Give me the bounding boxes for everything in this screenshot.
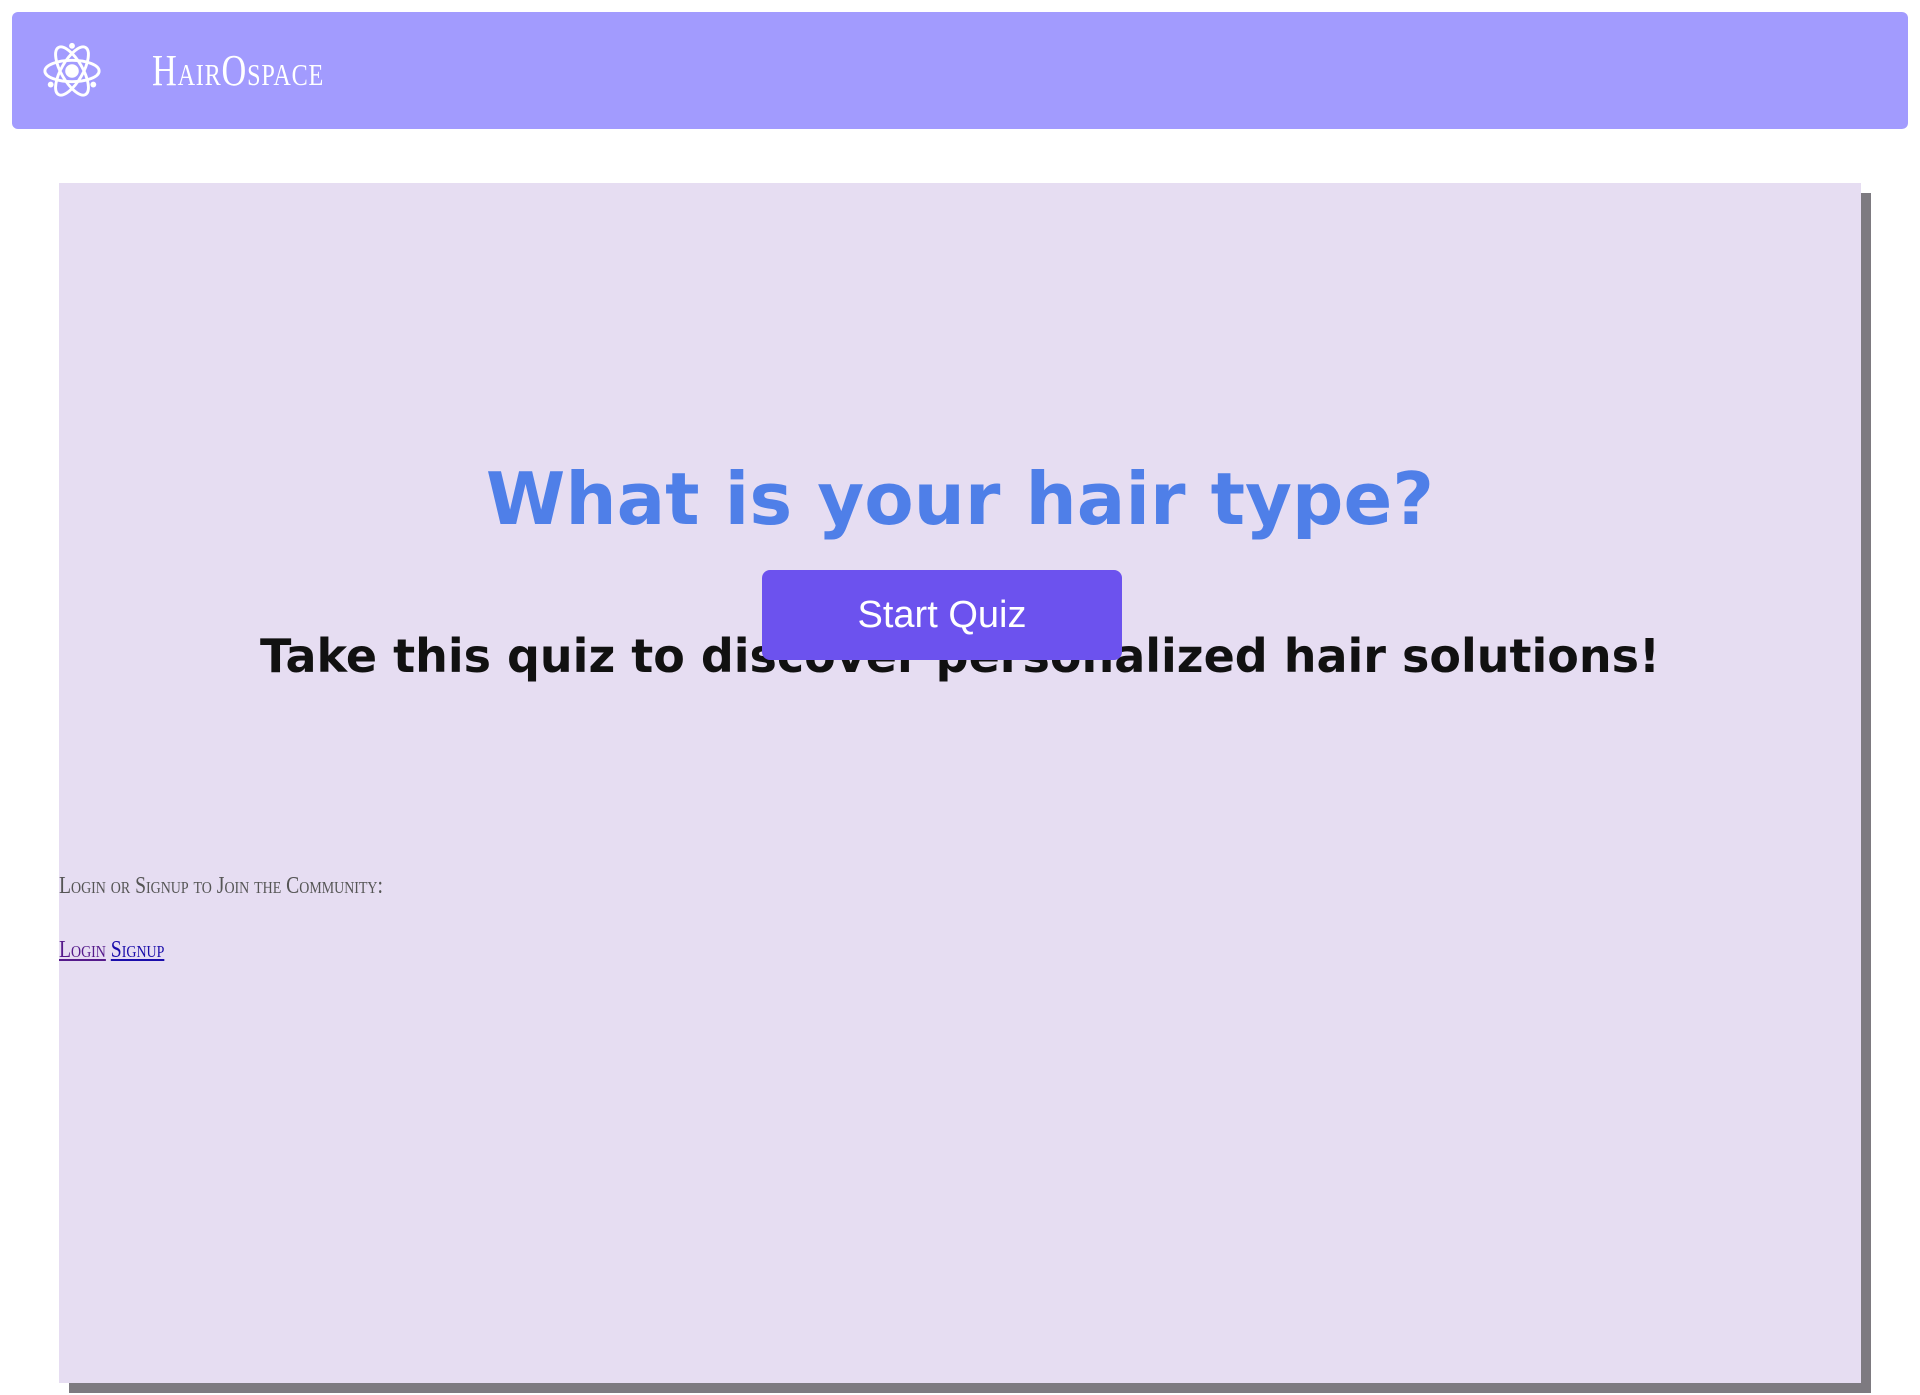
start-quiz-button[interactable]: Start Quiz (762, 570, 1122, 660)
navbar: HairOspace (12, 12, 1908, 129)
login-link[interactable]: Login (59, 937, 106, 963)
brand-name[interactable]: HairOspace (152, 45, 324, 96)
quiz-card: What is your hair type? Take this quiz t… (59, 183, 1861, 1383)
auth-links: Login Signup (59, 937, 164, 964)
community-prompt: Login or Signup to Join the Community: (59, 873, 383, 899)
page-title: What is your hair type? (485, 457, 1435, 541)
signup-link[interactable]: Signup (111, 937, 165, 963)
atom-icon[interactable] (40, 39, 104, 103)
